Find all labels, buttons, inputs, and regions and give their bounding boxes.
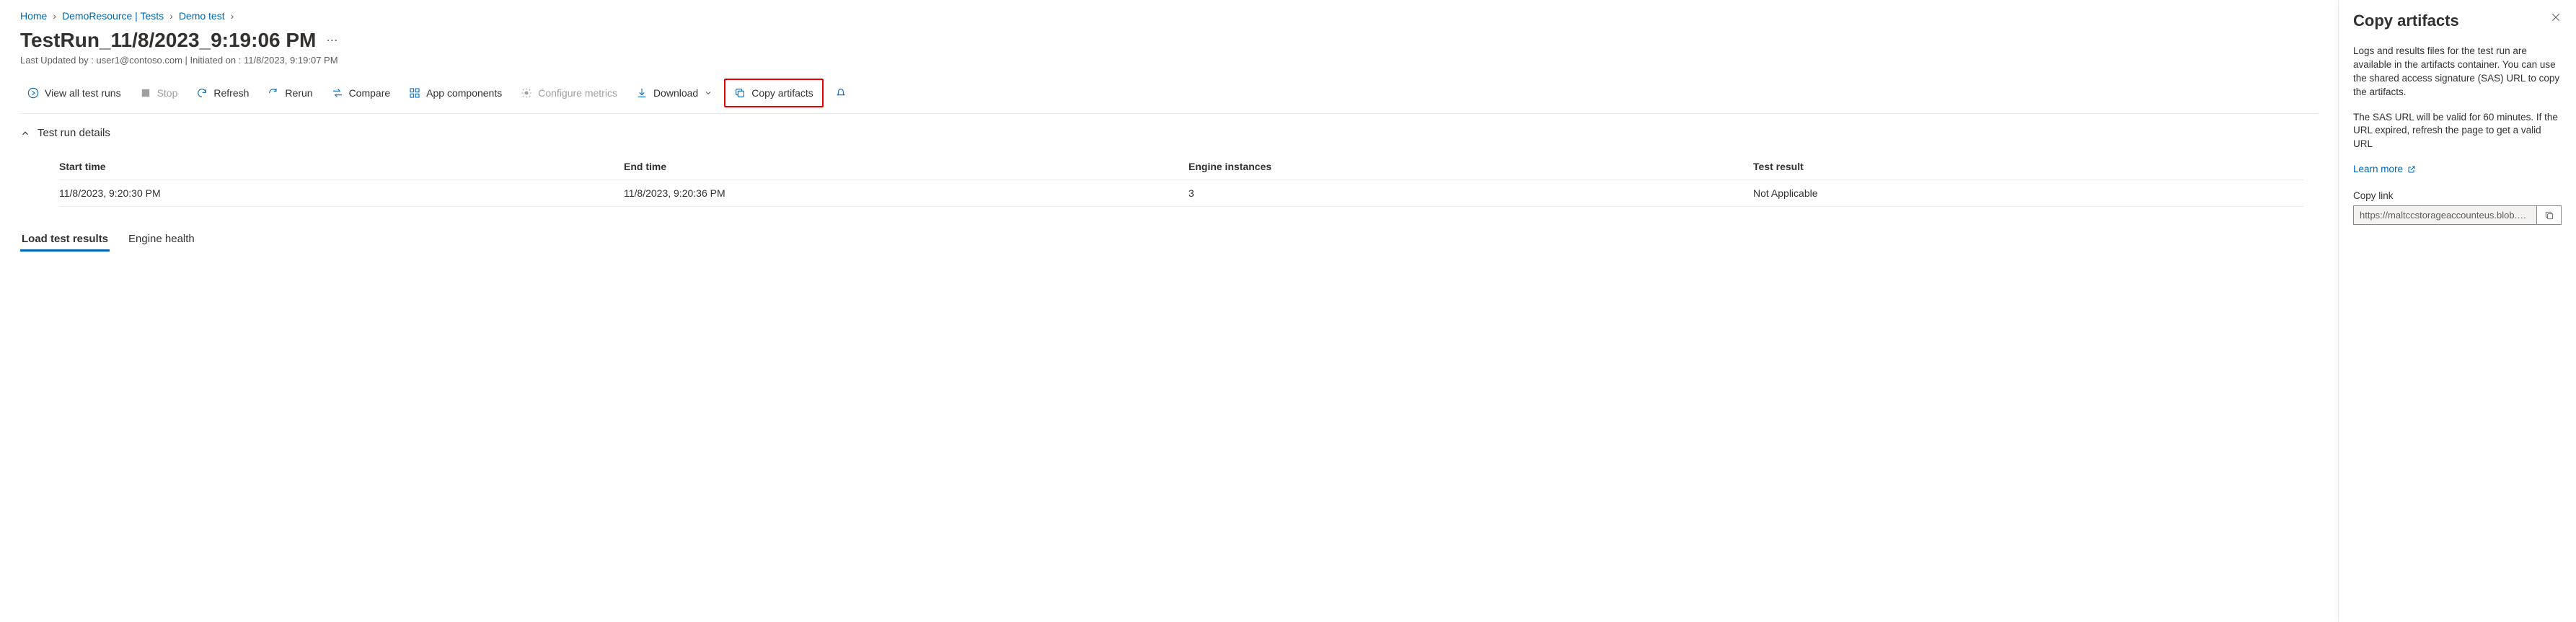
tab-engine-health[interactable]: Engine health	[127, 228, 196, 252]
app-components-button[interactable]: App components	[402, 83, 509, 103]
chevron-up-icon	[20, 128, 30, 138]
breadcrumb-resource[interactable]: DemoResource | Tests	[62, 10, 164, 22]
col-test-result: Test result	[1753, 161, 2303, 172]
panel-title: Copy artifacts	[2353, 12, 2459, 30]
compare-icon	[332, 87, 343, 99]
chevron-right-icon: ›	[53, 10, 56, 22]
cell-engine-instances: 3	[1188, 187, 1739, 199]
cell-end-time: 11/8/2023, 9:20:36 PM	[624, 187, 1174, 199]
toolbar-overflow-button[interactable]	[828, 83, 854, 103]
gear-icon	[521, 87, 532, 99]
panel-description-1: Logs and results files for the test run …	[2353, 45, 2562, 99]
external-link-icon	[2407, 165, 2416, 174]
toolbar: View all test runs Stop Refresh Rerun Co…	[20, 79, 2318, 114]
cell-start-time: 11/8/2023, 9:20:30 PM	[59, 187, 609, 199]
compare-button[interactable]: Compare	[325, 83, 398, 103]
rerun-button[interactable]: Rerun	[260, 83, 319, 103]
table-row: 11/8/2023, 9:20:30 PM 11/8/2023, 9:20:36…	[59, 180, 2303, 207]
table-header-row: Start time End time Engine instances Tes…	[59, 154, 2303, 180]
rerun-icon	[268, 87, 279, 99]
refresh-button[interactable]: Refresh	[189, 83, 256, 103]
copy-link-button[interactable]	[2537, 205, 2562, 225]
test-run-details-toggle[interactable]: Test run details	[20, 127, 2318, 139]
close-icon[interactable]	[2550, 12, 2562, 23]
copy-link-label: Copy link	[2353, 190, 2562, 201]
copy-icon	[2544, 210, 2554, 221]
view-all-test-runs-button[interactable]: View all test runs	[20, 83, 128, 103]
download-icon	[636, 87, 648, 99]
arrow-right-circle-icon	[27, 87, 39, 99]
chevron-down-icon	[704, 89, 713, 97]
chevron-right-icon: ›	[169, 10, 173, 22]
tab-load-test-results[interactable]: Load test results	[20, 228, 110, 252]
breadcrumb-home[interactable]: Home	[20, 10, 47, 22]
breadcrumb: Home › DemoResource | Tests › Demo test …	[20, 10, 2318, 22]
results-tabs: Load test results Engine health	[20, 228, 2318, 252]
notification-icon	[835, 87, 847, 99]
configure-metrics-button: Configure metrics	[513, 83, 625, 103]
copy-artifacts-panel: Copy artifacts Logs and results files fo…	[2338, 0, 2576, 622]
stop-button: Stop	[133, 83, 185, 103]
panel-description-2: The SAS URL will be valid for 60 minutes…	[2353, 111, 2562, 152]
download-button[interactable]: Download	[629, 83, 720, 103]
learn-more-link[interactable]: Learn more	[2353, 164, 2416, 174]
stop-icon	[140, 87, 151, 99]
cell-test-result: Not Applicable	[1753, 187, 2303, 199]
test-run-details-table: Start time End time Engine instances Tes…	[20, 154, 2318, 207]
col-engine-instances: Engine instances	[1188, 161, 1739, 172]
copy-link-input[interactable]	[2353, 205, 2537, 225]
page-subtitle: Last Updated by : user1@contoso.com | In…	[20, 55, 2318, 66]
chevron-right-icon: ›	[231, 10, 234, 22]
page-title: TestRun_11/8/2023_9:19:06 PM	[20, 29, 316, 52]
col-start-time: Start time	[59, 161, 609, 172]
copy-artifacts-button[interactable]: Copy artifacts	[724, 79, 824, 107]
more-icon[interactable]: ⋯	[326, 33, 338, 48]
breadcrumb-test[interactable]: Demo test	[179, 10, 225, 22]
refresh-icon	[196, 87, 208, 99]
grid-icon	[409, 87, 420, 99]
col-end-time: End time	[624, 161, 1174, 172]
copy-icon	[734, 87, 746, 99]
